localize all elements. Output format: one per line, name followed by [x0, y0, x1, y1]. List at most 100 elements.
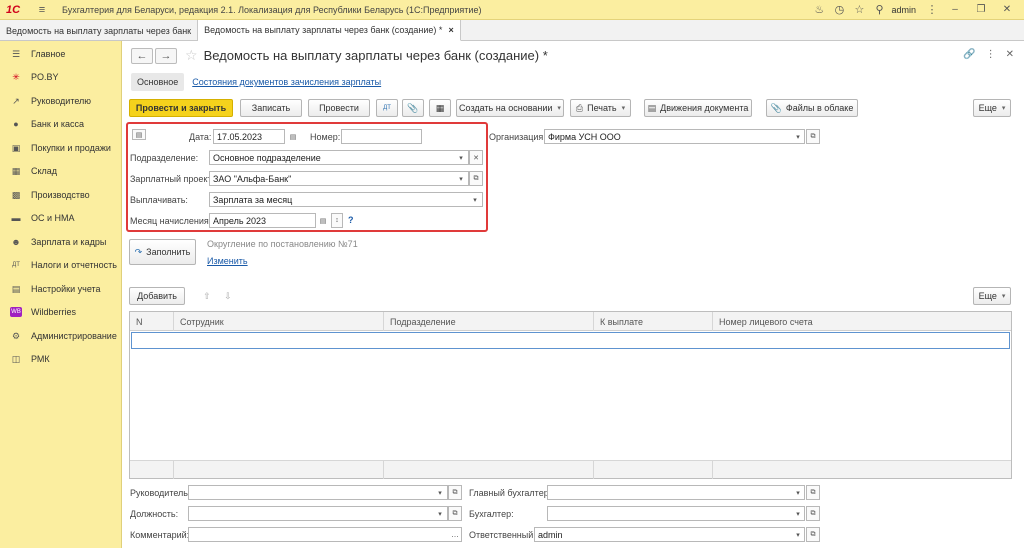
- sidebar-item-admin[interactable]: ⚙ Администрирование: [0, 324, 121, 348]
- sidebar-item-assets[interactable]: ▬ ОС и НМА: [0, 207, 121, 231]
- chevron-down-icon[interactable]: ▾: [791, 485, 805, 500]
- chevron-down-icon[interactable]: ▾: [454, 171, 468, 186]
- subtab-main[interactable]: Основное: [131, 73, 185, 91]
- number-field[interactable]: [341, 129, 422, 144]
- chevron-down-icon[interactable]: ▾: [468, 192, 482, 207]
- column-header[interactable]: Номер лицевого счета: [712, 312, 1011, 331]
- dt-kt-button[interactable]: ДТ: [376, 99, 398, 117]
- more-vert-icon[interactable]: ⋮: [986, 49, 996, 60]
- sidebar-item-warehouse[interactable]: ▦ Склад: [0, 160, 121, 184]
- history-icon[interactable]: ◷: [829, 3, 849, 16]
- close-form-icon[interactable]: ✕: [1006, 49, 1014, 60]
- sidebar-item-taxes[interactable]: ДТ Налоги и отчетность: [0, 254, 121, 278]
- more-button[interactable]: Еще ▾: [973, 99, 1011, 117]
- change-link[interactable]: Изменить: [207, 256, 248, 266]
- open-icon[interactable]: ⧉: [806, 129, 820, 144]
- footer-divider: [173, 461, 174, 479]
- table-more-button[interactable]: Еще ▾: [973, 287, 1011, 305]
- date-field[interactable]: 17.05.2023: [213, 129, 285, 144]
- open-icon[interactable]: ⧉: [806, 527, 820, 542]
- column-header[interactable]: N: [130, 312, 173, 331]
- post-button[interactable]: Провести: [308, 99, 370, 117]
- open-icon[interactable]: ⧉: [806, 506, 820, 521]
- responsible-field[interactable]: admin: [534, 527, 805, 542]
- back-button[interactable]: ←: [131, 47, 153, 64]
- sidebar-item-manager[interactable]: ↗ Руководителю: [0, 89, 121, 113]
- open-icon[interactable]: ⧉: [448, 485, 462, 500]
- chevron-down-icon[interactable]: ▾: [454, 150, 468, 165]
- attachment-icon[interactable]: 📎: [402, 99, 424, 117]
- print-button[interactable]: ⎙ Печать ▾: [570, 99, 631, 117]
- salary-project-field[interactable]: ЗАО "Альфа-Банк": [209, 171, 469, 186]
- position-label: Должность:: [130, 509, 179, 519]
- table-row[interactable]: [131, 332, 1010, 349]
- ellipsis-icon[interactable]: …: [448, 527, 462, 542]
- favorite-star-icon[interactable]: ☆: [185, 47, 198, 64]
- move-up-icon[interactable]: ⇧: [198, 287, 216, 305]
- column-header[interactable]: Сотрудник: [173, 312, 383, 331]
- employees-table: N Сотрудник Подразделение К выплате Номе…: [129, 311, 1012, 479]
- sidebar-item-poby[interactable]: ✳ PO.BY: [0, 66, 121, 90]
- help-icon[interactable]: ?: [348, 215, 354, 225]
- position-field[interactable]: [188, 506, 448, 521]
- post-and-close-button[interactable]: Провести и закрыть: [129, 99, 233, 117]
- sidebar-item-wildberries[interactable]: WB Wildberries: [0, 301, 121, 325]
- calendar-icon[interactable]: ▤: [286, 129, 300, 144]
- chevron-down-icon[interactable]: ▾: [433, 506, 447, 521]
- accountant-field[interactable]: [547, 506, 805, 521]
- division-field[interactable]: Основное подразделение: [209, 150, 469, 165]
- open-icon[interactable]: ⧉: [448, 506, 462, 521]
- create-based-on-button[interactable]: Создать на основании ▾: [456, 99, 564, 117]
- sidebar-item-production[interactable]: ▩ Производство: [0, 183, 121, 207]
- tab-document-create[interactable]: Ведомость на выплату зарплаты через банк…: [198, 20, 461, 41]
- open-icon[interactable]: ⧉: [469, 171, 483, 186]
- sidebar-item-bank[interactable]: ● Банк и касса: [0, 113, 121, 137]
- restore-icon[interactable]: ❐: [968, 4, 994, 15]
- sidebar-item-salary[interactable]: ☻ Зарплата и кадры: [0, 230, 121, 254]
- cloud-files-button[interactable]: 📎 Файлы в облаке: [766, 99, 858, 117]
- user-name[interactable]: admin: [891, 5, 916, 15]
- sidebar-item-sales[interactable]: ▣ Покупки и продажи: [0, 136, 121, 160]
- add-row-button[interactable]: Добавить: [129, 287, 185, 305]
- chevron-down-icon[interactable]: ▾: [791, 129, 805, 144]
- structure-icon[interactable]: ▦: [429, 99, 451, 117]
- close-tab-icon[interactable]: ×: [448, 25, 453, 35]
- window-title: Бухгалтерия для Беларуси, редакция 2.1. …: [62, 4, 482, 15]
- star-icon[interactable]: ☆: [849, 3, 869, 16]
- comment-field[interactable]: [188, 527, 462, 542]
- open-icon[interactable]: ⧉: [806, 485, 820, 500]
- accrual-month-field[interactable]: Апрель 2023: [209, 213, 316, 228]
- main-menu-icon[interactable]: ≡: [32, 4, 52, 16]
- minimize-icon[interactable]: –: [942, 4, 968, 15]
- tab-list[interactable]: Ведомость на выплату зарплаты через банк: [0, 20, 199, 41]
- organization-field[interactable]: Фирма УСН ООО: [544, 129, 805, 144]
- sidebar-item-settings[interactable]: ▤ Настройки учета: [0, 277, 121, 301]
- fill-button[interactable]: ↷ Заполнить: [129, 239, 196, 265]
- chevron-down-icon[interactable]: ▾: [791, 527, 805, 542]
- chevron-down-icon[interactable]: ▾: [433, 485, 447, 500]
- head-field[interactable]: [188, 485, 448, 500]
- link-icon[interactable]: 🔗: [963, 49, 975, 60]
- save-button[interactable]: Записать: [240, 99, 302, 117]
- calendar-icon[interactable]: ▤: [316, 213, 330, 228]
- column-header[interactable]: К выплате: [593, 312, 712, 331]
- search-icon[interactable]: ⚲: [869, 3, 889, 16]
- sidebar-item-main[interactable]: ☰ Главное: [0, 42, 121, 66]
- chief-accountant-field[interactable]: [547, 485, 805, 500]
- calendar-small-icon[interactable]: ▤: [132, 129, 146, 140]
- sidebar-item-rmk[interactable]: ◫ РМК: [0, 348, 121, 372]
- chevron-down-icon[interactable]: ▾: [791, 506, 805, 521]
- pay-type-select[interactable]: Зарплата за месяц: [209, 192, 483, 207]
- more-vert-icon[interactable]: ⋮: [922, 3, 942, 16]
- forward-button[interactable]: →: [155, 47, 177, 64]
- clear-icon[interactable]: ✕: [469, 150, 483, 165]
- move-down-icon[interactable]: ⇩: [219, 287, 237, 305]
- close-window-icon[interactable]: ✕: [994, 4, 1020, 15]
- bell-icon[interactable]: ♨: [809, 3, 829, 16]
- document-movements-button[interactable]: ▤ Движения документа: [644, 99, 752, 117]
- month-stepper[interactable]: ↕: [331, 213, 343, 228]
- subtab-states-link[interactable]: Состояния документов зачисления зарплаты: [192, 77, 381, 87]
- column-header[interactable]: Подразделение: [383, 312, 593, 331]
- organization-label: Организация:: [489, 132, 546, 142]
- title-bar: 1С ≡ Бухгалтерия для Беларуси, редакция …: [0, 0, 1024, 20]
